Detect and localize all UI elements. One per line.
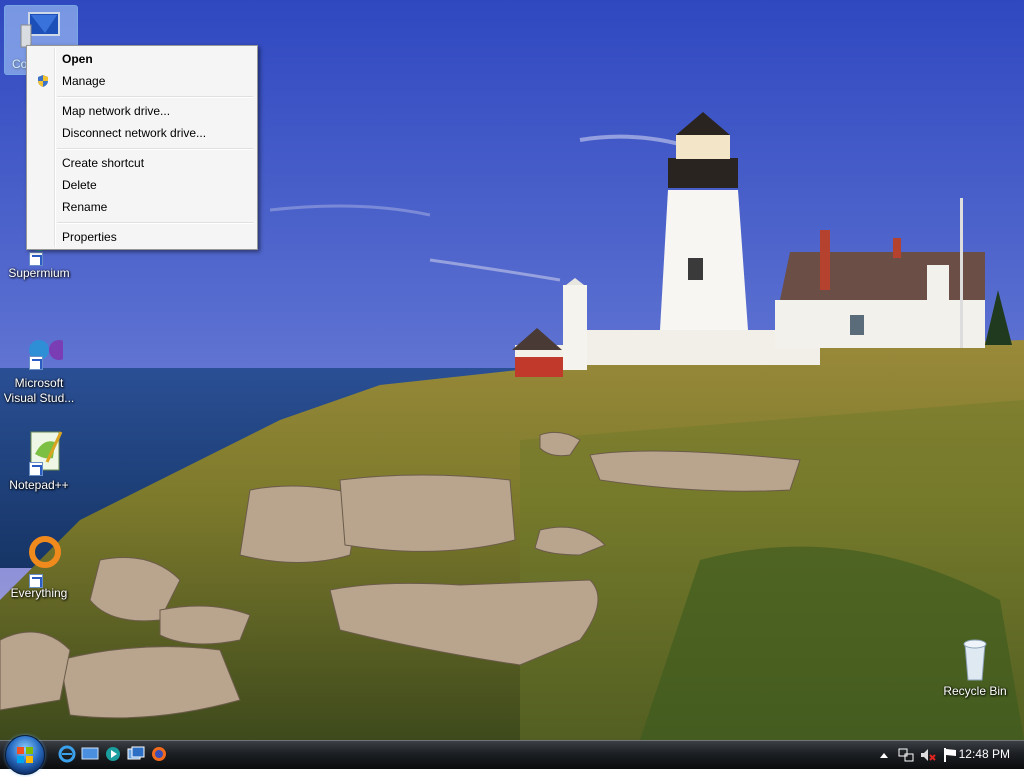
- windows-media-player-icon[interactable]: [104, 745, 122, 763]
- menu-item-label: Manage: [62, 74, 106, 88]
- menu-item-properties[interactable]: Properties: [29, 226, 255, 248]
- system-tray: 12:48 PM: [854, 741, 1024, 769]
- recycle-bin-icon: [951, 636, 999, 684]
- context-menu: Open Manage Map network drive... Disconn…: [26, 45, 258, 250]
- desktop-icon-label: Notepad++: [9, 478, 69, 492]
- shortcut-arrow-icon: [29, 462, 43, 476]
- show-hidden-icons-chevron-icon[interactable]: [876, 747, 892, 763]
- menu-item-rename[interactable]: Rename: [29, 196, 255, 218]
- desktop-icon-label: Supermium: [8, 266, 70, 280]
- windows-start-orb-icon[interactable]: [5, 735, 45, 775]
- desktop-icon-visual-studio[interactable]: Microsoft Visual Stud...: [0, 334, 78, 406]
- desktop-icon-recycle-bin[interactable]: Recycle Bin: [936, 636, 1014, 699]
- firefox-icon[interactable]: [150, 745, 168, 763]
- desktop-icon-everything[interactable]: Everything: [0, 532, 78, 601]
- taskbar: 12:48 PM: [0, 735, 1024, 775]
- menu-item-manage[interactable]: Manage: [29, 70, 255, 92]
- everything-icon: [15, 532, 63, 588]
- menu-item-disconnect-network-drive[interactable]: Disconnect network drive...: [29, 122, 255, 144]
- network-icon[interactable]: [898, 747, 914, 763]
- volume-muted-icon[interactable]: [920, 747, 936, 763]
- menu-item-create-shortcut[interactable]: Create shortcut: [29, 152, 255, 174]
- switch-windows-icon[interactable]: [127, 745, 145, 763]
- shortcut-arrow-icon: [29, 252, 43, 266]
- menu-item-map-network-drive[interactable]: Map network drive...: [29, 100, 255, 122]
- shortcut-arrow-icon: [29, 356, 43, 370]
- desktop-icon-notepad-plus-plus[interactable]: Notepad++: [0, 428, 78, 493]
- desktop-icon-label: Everything: [10, 586, 68, 600]
- notepad-plus-plus-icon: [15, 428, 63, 476]
- taskbar-clock[interactable]: 12:48 PM: [959, 747, 1010, 761]
- uac-shield-icon: [38, 75, 48, 87]
- show-desktop-icon[interactable]: [81, 745, 99, 763]
- internet-explorer-icon[interactable]: [58, 745, 76, 763]
- desktop-icon-label: Recycle Bin: [943, 684, 1007, 698]
- windows-logo-icon: [17, 747, 33, 763]
- menu-item-open[interactable]: Open: [29, 48, 255, 70]
- menu-separator: [57, 96, 253, 98]
- menu-item-delete[interactable]: Delete: [29, 174, 255, 196]
- action-center-flag-icon[interactable]: [942, 747, 958, 763]
- menu-separator: [57, 148, 253, 150]
- visual-studio-icon: [15, 334, 69, 382]
- shortcut-arrow-icon: [29, 574, 43, 588]
- menu-separator: [57, 222, 253, 224]
